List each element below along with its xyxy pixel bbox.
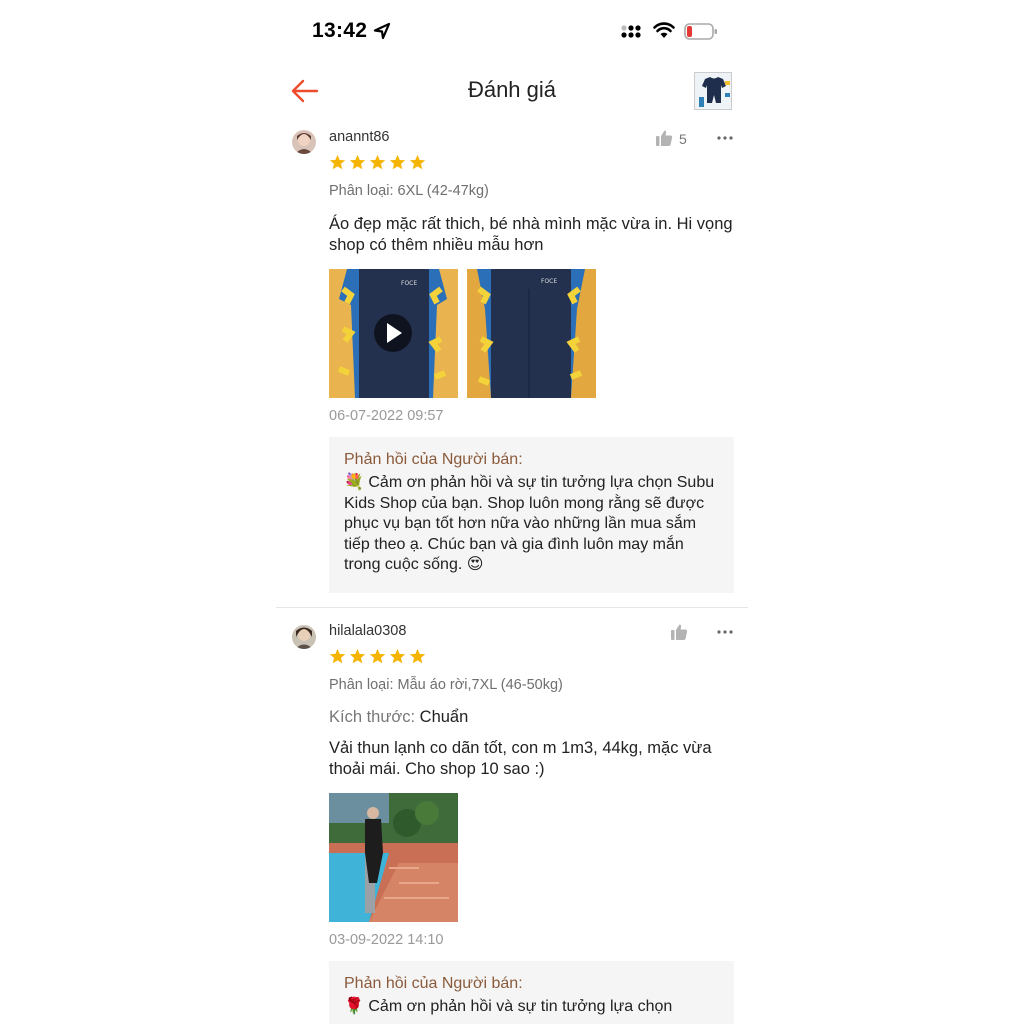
star-icon: [349, 648, 366, 664]
size-fit-value: Chuẩn: [419, 708, 469, 726]
cellular-signal-icon: [621, 25, 641, 38]
username[interactable]: hilalala0308: [329, 623, 406, 639]
more-options-icon[interactable]: [717, 630, 733, 634]
review-item: hilalala0308 Phân loại: Mẫu áo rời,7XL (…: [276, 608, 748, 1024]
star-icon: [329, 154, 346, 170]
seller-reply: Phản hồi của Người bán: 🌹 Cảm ơn phản hồ…: [329, 961, 734, 1024]
star-icon: [389, 154, 406, 170]
status-bar: 13:42: [0, 0, 1024, 64]
seller-reply-text: 🌹 Cảm ơn phản hồi và sự tin tưởng lựa ch…: [344, 998, 673, 1015]
star-icon: [389, 648, 406, 664]
review-date: 03-09-2022 14:10: [329, 932, 444, 948]
battery-icon: [684, 23, 717, 40]
avatar[interactable]: [292, 130, 316, 154]
review-video[interactable]: FOCE: [329, 269, 458, 398]
wifi-icon: [653, 22, 675, 38]
like-count: 5: [679, 131, 687, 147]
review-image[interactable]: FOCE: [467, 269, 596, 398]
thumbs-up-icon[interactable]: [655, 129, 673, 147]
seller-reply: Phản hồi của Người bán: 💐 Cảm ơn phản hồ…: [329, 437, 734, 593]
star-icon: [329, 648, 346, 664]
review-comment: Vải thun lạnh co dãn tốt, con m 1m3, 44k…: [329, 739, 712, 778]
location-arrow-icon: [373, 22, 391, 40]
star-icon: [349, 154, 366, 170]
seller-reply-text: 💐 Cảm ơn phản hồi và sự tin tưởng lựa ch…: [344, 474, 715, 573]
svg-text:FOCE: FOCE: [401, 280, 417, 287]
star-icon: [409, 154, 426, 170]
svg-text:FOCE: FOCE: [541, 278, 557, 285]
review-comment: Áo đẹp mặc rất thich, bé nhà mình mặc vừ…: [329, 215, 733, 254]
review-image[interactable]: [329, 793, 458, 922]
review-date: 06-07-2022 09:57: [329, 408, 444, 424]
page-title: Đánh giá: [467, 77, 557, 102]
product-thumbnail[interactable]: [694, 72, 732, 110]
avatar[interactable]: [292, 625, 316, 649]
header: Đánh giá: [276, 64, 748, 120]
star-rating: [329, 154, 426, 172]
review-item: anannt86 5 Phân loại: 6XL (42-47kg) Áo đ…: [276, 120, 748, 610]
seller-reply-title: Phản hồi của Người bán:: [344, 451, 523, 468]
size-fit: Kích thước: Chuẩn: [329, 708, 468, 727]
seller-reply-title: Phản hồi của Người bán:: [344, 975, 523, 992]
thumbs-up-icon[interactable]: [670, 623, 688, 641]
star-rating: [329, 648, 426, 666]
more-options-icon[interactable]: [717, 136, 733, 140]
star-icon: [369, 648, 386, 664]
size-fit-label: Kích thước:: [329, 708, 416, 726]
variant-text: Phân loại: 6XL (42-47kg): [329, 183, 489, 199]
variant-text: Phân loại: Mẫu áo rời,7XL (46-50kg): [329, 677, 563, 693]
swimsuit-image: [695, 73, 731, 109]
star-icon: [369, 154, 386, 170]
status-time: 13:42: [312, 19, 368, 42]
star-icon: [409, 648, 426, 664]
username[interactable]: anannt86: [329, 129, 389, 145]
